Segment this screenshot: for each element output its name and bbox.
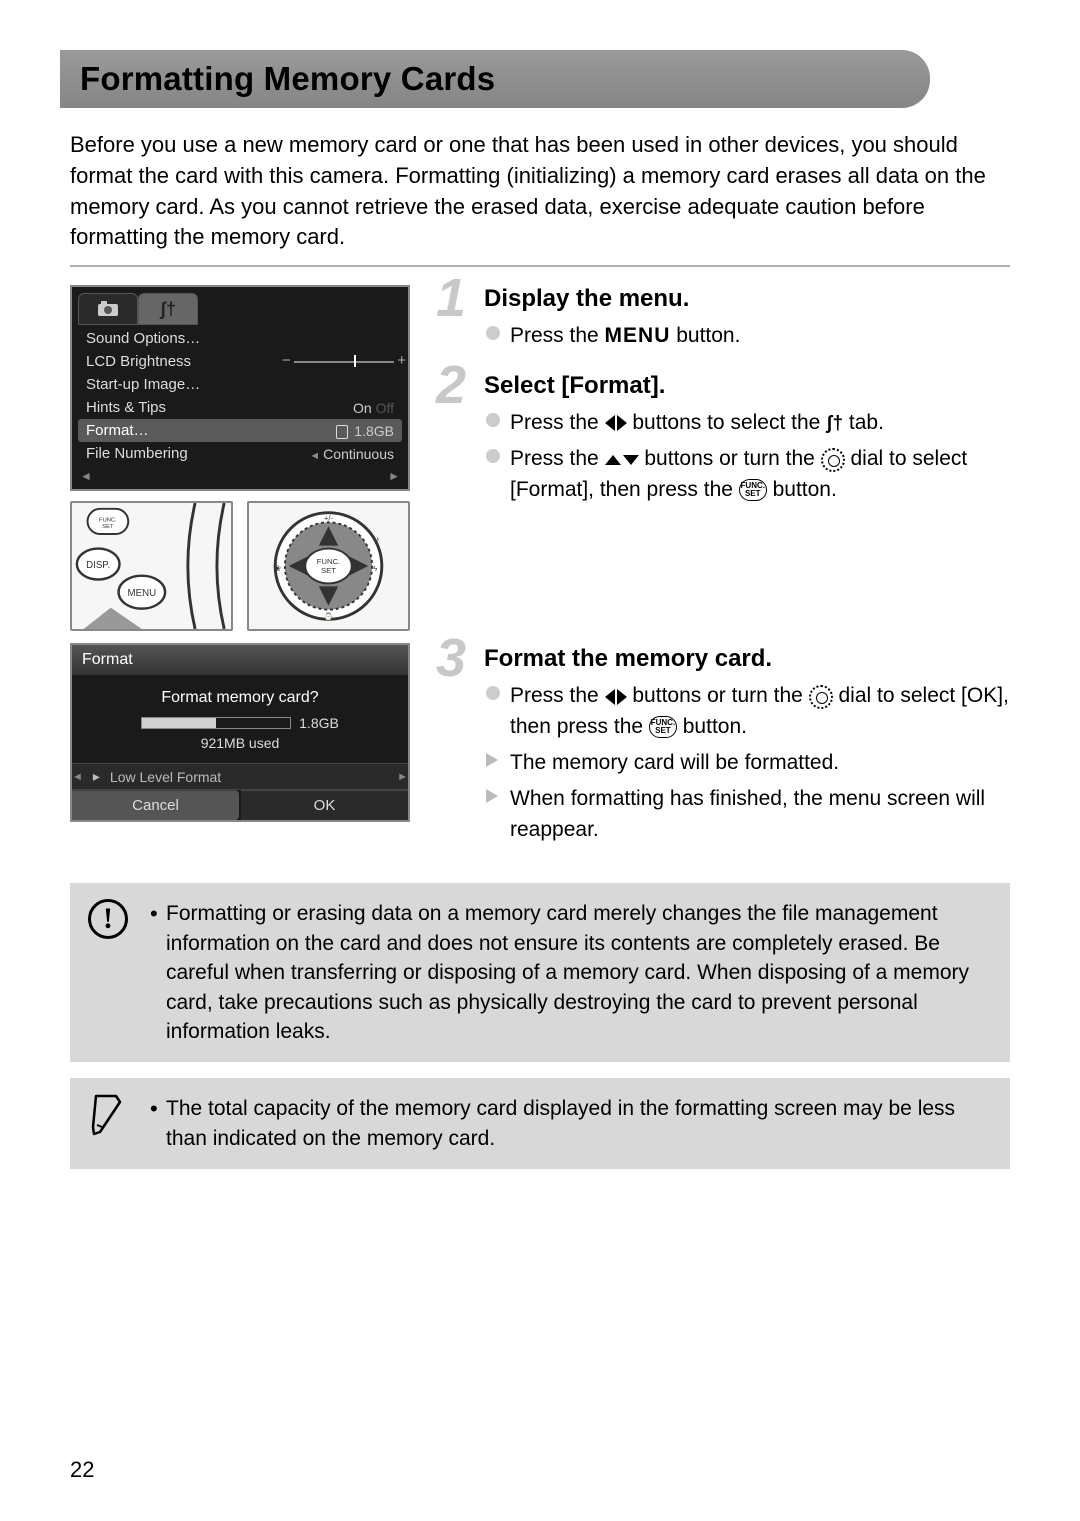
dialog-cancel-button: Cancel — [72, 790, 239, 820]
low-level-format-row: ◄ ▸ Low Level Format ► — [72, 763, 408, 790]
left-right-buttons-icon — [605, 415, 627, 431]
menu-row: Sound Options… — [78, 327, 402, 350]
dialog-question: Format memory card? — [82, 689, 398, 707]
caution-note-text: Formatting or erasing data on a memory c… — [150, 899, 992, 1046]
menu-button-icon: MENU — [605, 321, 671, 351]
storage-total: 1.8GB — [299, 715, 339, 731]
step-number: 2 — [436, 358, 466, 412]
step-3: 3Format the memory card.Press the button… — [436, 645, 1010, 845]
camera-tab-icon — [78, 293, 138, 325]
step-instruction: The memory card will be formatted. — [484, 748, 1010, 778]
step-title: Format the memory card. — [484, 645, 1010, 673]
step-1: 1Display the menu.Press the MENU button. — [436, 285, 1010, 352]
svg-text:♪: ♪ — [375, 534, 379, 544]
step-number: 3 — [436, 631, 466, 685]
svg-text:+/-: +/- — [324, 514, 334, 523]
func-set-button-icon: FUNC.SET — [739, 479, 767, 501]
svg-text:FUNC.: FUNC. — [99, 518, 117, 524]
control-dial-icon — [821, 448, 845, 472]
section-title-bar: Formatting Memory Cards — [60, 50, 930, 108]
intro-paragraph: Before you use a new memory card or one … — [70, 130, 1010, 253]
menu-row-label: Hints & Tips — [86, 399, 353, 416]
svg-text:SET: SET — [321, 566, 336, 575]
menu-row-label: Sound Options… — [86, 330, 394, 347]
menu-row: Start-up Image… — [78, 373, 402, 396]
info-note-box: The total capacity of the memory card di… — [70, 1078, 1010, 1169]
menu-row-label: File Numbering — [86, 445, 309, 462]
pencil-icon — [86, 1092, 130, 1136]
svg-text:DISP.: DISP. — [86, 560, 110, 571]
step-instruction: When formatting has finished, the menu s… — [484, 784, 1010, 845]
storage-bar — [141, 717, 291, 729]
dialog-title: Format — [72, 645, 408, 675]
tools-tab-icon: ʃ† — [138, 293, 198, 325]
func-set-button-icon: FUNC.SET — [649, 716, 677, 738]
menu-row: Hints & TipsOn Off — [78, 396, 402, 419]
camera-menu-screenshot: ʃ† Sound Options… LCD Brightness Start-up … — [70, 285, 410, 491]
svg-text:MENU: MENU — [128, 588, 157, 599]
menu-row-label: Start-up Image… — [86, 376, 394, 393]
step-title: Display the menu. — [484, 285, 1010, 313]
step-2: 2Select [Format].Press the buttons to se… — [436, 372, 1010, 505]
step-number: 1 — [436, 271, 466, 325]
divider — [70, 265, 1010, 267]
format-dialog-screenshot: Format Format memory card? 1.8GB 921MB u… — [70, 643, 410, 822]
caution-note-box: ! Formatting or erasing data on a memory… — [70, 883, 1010, 1062]
left-right-buttons-icon — [605, 689, 627, 705]
menu-row-label: LCD Brightness — [86, 353, 294, 370]
menu-row-value: ◄ Continuous — [309, 446, 394, 462]
svg-text:ϟ: ϟ — [373, 564, 377, 573]
info-note-text: The total capacity of the memory card di… — [150, 1094, 992, 1153]
control-dial-illustration: FUNC. SET +/- ♪ ❀ ϟ ⌚ — [247, 501, 410, 631]
step-title: Select [Format]. — [484, 372, 1010, 400]
section-title: Formatting Memory Cards — [80, 60, 906, 98]
caution-icon: ! — [86, 897, 130, 941]
menu-row: Format…1.8GB — [78, 419, 402, 442]
storage-used: 921MB used — [82, 735, 398, 751]
menu-row-value: On Off — [353, 400, 394, 416]
svg-text:⌚: ⌚ — [324, 611, 334, 621]
control-dial-icon — [809, 685, 833, 709]
svg-text:SET: SET — [102, 524, 114, 530]
step-instruction: Press the buttons or turn the dial to se… — [484, 681, 1010, 742]
brightness-slider — [294, 358, 394, 366]
svg-text:❀: ❀ — [274, 564, 281, 573]
menu-row-label: Format… — [86, 422, 336, 439]
menu-row: File Numbering◄ Continuous — [78, 442, 402, 465]
menu-row: LCD Brightness — [78, 350, 402, 373]
up-down-buttons-icon — [605, 455, 639, 465]
menu-button-illustration: FUNC. SET DISP. MENU — [70, 501, 233, 631]
svg-text:FUNC.: FUNC. — [317, 557, 341, 566]
step-instruction: Press the MENU button. — [484, 321, 1010, 352]
tools-tab-icon: ʃ† — [826, 410, 843, 438]
step-instruction: Press the buttons or turn the dial to se… — [484, 444, 1010, 505]
dialog-ok-button: OK — [241, 790, 408, 820]
menu-row-value: 1.8GB — [336, 423, 394, 439]
step-instruction: Press the buttons to select the ʃ† tab. — [484, 408, 1010, 438]
page-number: 22 — [70, 1457, 94, 1483]
